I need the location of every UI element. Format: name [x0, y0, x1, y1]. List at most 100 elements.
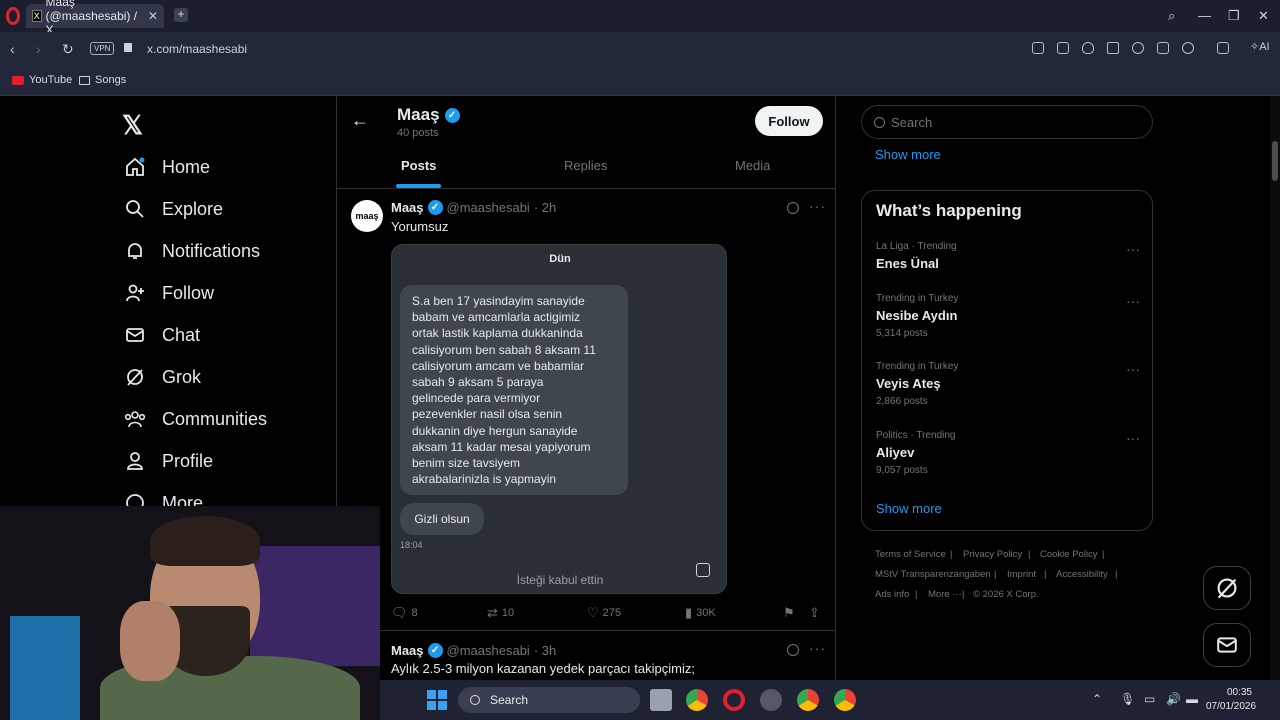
messages-fab-button[interactable]	[1203, 623, 1251, 667]
footer-link[interactable]: Accessibility	[1056, 569, 1108, 580]
footer-link[interactable]: MStV Transparenzangaben	[875, 569, 991, 580]
battery-icon[interactable]: ▬	[1186, 692, 1198, 706]
show-more-link[interactable]: Show more	[875, 147, 941, 162]
tab-replies[interactable]: Replies	[564, 158, 607, 173]
more-options-icon[interactable]: ···	[1126, 361, 1140, 377]
bookmark-button[interactable]: ⚑	[783, 605, 795, 621]
image-edit-icon[interactable]	[696, 563, 710, 577]
trend-item[interactable]: Trending in Turkey Nesibe Aydın 5,314 po…	[876, 293, 1146, 339]
follow-button[interactable]: Follow	[755, 106, 823, 136]
opera-icon[interactable]	[723, 689, 745, 711]
timeline-column: ← Maaş ✓ 40 posts Follow Posts Replies M…	[336, 96, 836, 680]
more-options-icon[interactable]: ···	[1126, 293, 1140, 309]
app-icon[interactable]	[760, 689, 782, 711]
footer-link[interactable]: Terms of Service	[875, 549, 946, 560]
footer-link[interactable]: More ···	[928, 589, 962, 600]
reply-button[interactable]: 🗨 8	[391, 605, 418, 621]
heart-icon[interactable]	[1132, 42, 1144, 54]
more-options-icon[interactable]: ···	[809, 198, 826, 214]
more-options-icon[interactable]: ···	[1126, 241, 1140, 257]
chrome-icon[interactable]	[834, 689, 856, 711]
nav-communities[interactable]: Communities	[124, 408, 267, 430]
edit-icon[interactable]	[1032, 42, 1044, 54]
menu-icon[interactable]	[1157, 42, 1169, 54]
footer-link[interactable]: Cookie Policy	[1040, 549, 1098, 560]
page-scrollbar[interactable]	[1270, 96, 1280, 680]
nav-chat[interactable]: Chat	[124, 324, 200, 346]
shield-icon[interactable]	[1082, 42, 1094, 54]
communities-icon	[124, 408, 146, 430]
footer-link[interactable]: Privacy Policy	[963, 549, 1022, 560]
nav-explore[interactable]: Explore	[124, 198, 223, 220]
close-window-icon[interactable]: ✕	[1258, 8, 1269, 24]
mail-icon	[124, 324, 146, 346]
grok-fab-button[interactable]	[1203, 566, 1251, 610]
bookmark-youtube[interactable]: YouTube	[12, 74, 72, 86]
chevron-up-icon[interactable]: ⌃	[1092, 692, 1102, 706]
play-icon[interactable]	[1107, 42, 1119, 54]
grok-icon[interactable]	[787, 202, 799, 214]
tab-posts[interactable]: Posts	[401, 158, 436, 173]
show-more-link[interactable]: Show more	[876, 501, 942, 516]
tweet-media[interactable]: Dün S.a ben 17 yasindayim sanayide babam…	[391, 244, 727, 594]
search-icon	[124, 198, 146, 220]
search-tabs-icon[interactable]: ⌕	[1168, 8, 1175, 24]
grok-icon	[124, 366, 146, 388]
tweet-author[interactable]: Maaş ✓ @maashesabi · 2h	[391, 200, 556, 215]
footer-link[interactable]: Imprint	[1007, 569, 1036, 580]
back-nav-icon[interactable]: ‹	[10, 41, 15, 57]
microphone-icon[interactable]: 🎙	[1120, 692, 1135, 706]
back-arrow-icon[interactable]: ←	[351, 110, 369, 131]
x-logo-icon[interactable]: 𝕏	[122, 110, 143, 141]
chrome-icon[interactable]	[686, 689, 708, 711]
browser-tab[interactable]: X Maaş (@maashesabi) / X ✕	[26, 0, 164, 37]
nav-grok[interactable]: Grok	[124, 366, 201, 388]
clock[interactable]: 00:35 07/01/2026	[1206, 686, 1256, 714]
more-options-icon[interactable]: ···	[1126, 430, 1140, 446]
youtube-icon	[12, 75, 24, 85]
volume-icon[interactable]: 🔊	[1166, 692, 1181, 706]
trend-item[interactable]: Politics · Trending Aliyev 9,057 posts ·…	[876, 430, 1146, 476]
network-icon[interactable]: ▭	[1144, 692, 1155, 706]
browser-tabbar: X Maaş (@maashesabi) / X ✕ + ⌕ — ❐ ✕	[0, 0, 1280, 37]
profile-icon[interactable]	[1182, 42, 1194, 54]
taskbar-search[interactable]: Search	[458, 687, 640, 713]
ai-button[interactable]: ✧AI	[1250, 40, 1270, 53]
windows-start-icon[interactable]	[427, 690, 447, 710]
bookmark-icon: ⚑	[783, 605, 795, 620]
reload-icon[interactable]: ↻	[62, 41, 74, 58]
new-tab-button[interactable]: +	[174, 8, 188, 22]
lock-icon[interactable]	[124, 43, 132, 52]
nav-profile[interactable]: Profile	[124, 450, 213, 472]
minimize-icon[interactable]: —	[1198, 8, 1211, 23]
divider	[337, 188, 835, 189]
extension-cube-icon[interactable]	[1217, 42, 1229, 54]
tweet-author[interactable]: Maaş ✓ @maashesabi · 3h	[391, 643, 556, 658]
grok-icon[interactable]	[787, 644, 799, 656]
share-button[interactable]: ⇪	[809, 605, 820, 621]
tab-media[interactable]: Media	[735, 158, 770, 173]
nav-home[interactable]: Home	[124, 156, 210, 178]
opera-logo-icon[interactable]	[6, 7, 20, 25]
like-button[interactable]: ♡ 275	[587, 605, 621, 621]
more-options-icon[interactable]: ···	[809, 640, 826, 656]
trend-item[interactable]: La Liga · Trending Enes Ünal ···	[876, 241, 1146, 271]
repost-button[interactable]: ⇄ 10	[487, 605, 514, 621]
task-view-icon[interactable]	[650, 689, 672, 711]
search-input[interactable]: Search	[861, 105, 1153, 139]
restore-icon[interactable]: ❐	[1228, 8, 1240, 24]
trend-item[interactable]: Trending in Turkey Veyis Ateş 2,866 post…	[876, 361, 1146, 407]
tab-close-icon[interactable]: ✕	[148, 9, 158, 23]
footer-link[interactable]: Ads info	[875, 589, 909, 600]
forward-nav-icon[interactable]: ›	[36, 41, 41, 57]
nav-follow[interactable]: Follow	[124, 282, 214, 304]
url-field[interactable]: x.com/maashesabi	[147, 42, 247, 56]
scrollbar-thumb[interactable]	[1272, 141, 1278, 181]
chrome-icon[interactable]	[797, 689, 819, 711]
bookmark-songs[interactable]: Songs	[79, 74, 126, 86]
avatar[interactable]: maaş	[351, 200, 383, 232]
vpn-badge[interactable]: VPN	[90, 42, 115, 55]
camera-icon[interactable]	[1057, 42, 1069, 54]
views-button[interactable]: ▮ 30K	[685, 605, 716, 621]
nav-notifications[interactable]: Notifications	[124, 240, 260, 262]
